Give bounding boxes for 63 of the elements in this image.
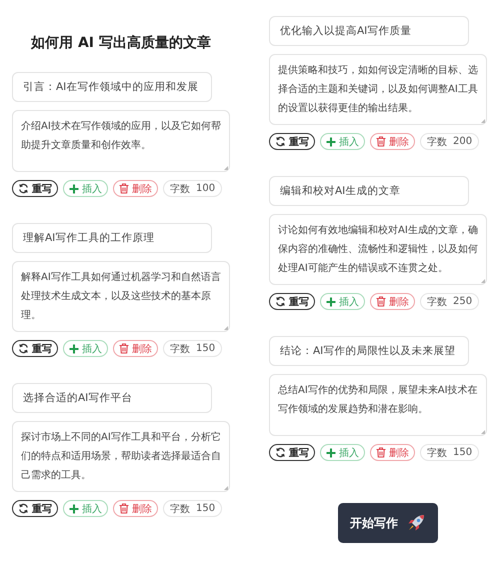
word-count-value: 150 <box>196 343 216 354</box>
word-count-label: 字数 <box>170 182 190 196</box>
description-field[interactable]: 总结AI写作的优势和局限，展望未来AI技术在写作领域的发展趋势和潜在影响。 <box>269 374 487 436</box>
plus-icon <box>69 504 79 514</box>
resize-grip-icon <box>481 430 485 434</box>
delete-button[interactable]: 删除 <box>113 180 158 197</box>
word-count-value: 150 <box>453 447 472 458</box>
resize-grip-icon <box>224 326 228 330</box>
plus-icon <box>326 296 336 306</box>
resize-grip-icon <box>224 166 228 170</box>
trash-icon <box>119 503 129 514</box>
refresh-icon <box>275 136 286 147</box>
plus-icon <box>69 184 79 194</box>
resize-grip-icon <box>481 119 485 123</box>
resize-grip-icon <box>481 279 485 283</box>
description-field[interactable]: 解释AI写作工具如何通过机器学习和自然语言处理技术生成文本，以及这些技术的基本原理。 <box>12 261 230 332</box>
page-heading: 如何用 AI 写出高质量的文章 <box>30 34 212 52</box>
trash-icon <box>376 136 386 147</box>
word-count-label: 字数 <box>427 136 447 148</box>
description-field[interactable]: 讨论如何有效地编辑和校对AI生成的文章，确保内容的准确性、流畅性和逻辑性，以及如何处理AI可能产生的错误或不连贯之处。 <box>269 214 487 285</box>
trash-icon <box>119 183 129 194</box>
word-count-value: 200 <box>453 136 472 147</box>
word-count-value: 150 <box>196 503 216 514</box>
plus-icon <box>326 448 336 458</box>
description-field[interactable]: 提供策略和技巧，如如何设定清晰的目标、选择合适的主题和关键词，以及如何调整AI工具的设置以获得更佳的输出结果。 <box>269 54 487 125</box>
delete-button[interactable]: 删除 <box>370 444 415 461</box>
rewrite-button[interactable]: 重写 <box>12 180 58 197</box>
word-count-label: 字数 <box>170 502 190 516</box>
refresh-icon <box>275 447 286 458</box>
rocket-icon <box>406 513 426 533</box>
description-field[interactable]: 介绍AI技术在写作领域的应用，以及它如何帮助提升文章质量和创作效率。 <box>12 110 230 172</box>
rewrite-button[interactable]: 重写 <box>269 293 315 310</box>
delete-button[interactable]: 删除 <box>113 500 158 517</box>
refresh-icon <box>18 503 29 514</box>
word-count-label: 字数 <box>170 342 190 356</box>
rewrite-button[interactable]: 重写 <box>269 444 315 461</box>
word-count-label: 字数 <box>427 296 447 308</box>
start-writing-button[interactable]: 开始写作 <box>338 503 438 543</box>
delete-button[interactable]: 删除 <box>370 293 415 310</box>
section-title-field[interactable]: 结论：AI写作的局限性以及未来展望 <box>269 336 469 366</box>
trash-icon <box>376 296 386 307</box>
section-title-field[interactable]: 选择合适的AI写作平台 <box>12 383 212 413</box>
plus-icon <box>69 344 79 354</box>
word-count-value: 250 <box>453 296 472 307</box>
word-count-value: 100 <box>196 183 216 194</box>
section-title-field[interactable]: 优化输入以提高AI写作质量 <box>269 16 469 46</box>
word-count-label: 字数 <box>427 446 447 460</box>
delete-button[interactable]: 删除 <box>370 133 415 150</box>
refresh-icon <box>18 183 29 194</box>
refresh-icon <box>275 296 286 307</box>
refresh-icon <box>18 343 29 354</box>
plus-icon <box>326 136 336 146</box>
section-title-field[interactable]: 理解AI写作工具的工作原理 <box>12 223 212 253</box>
rewrite-button[interactable]: 重写 <box>12 500 58 517</box>
section-title-field[interactable]: 编辑和校对AI生成的文章 <box>269 176 469 206</box>
rewrite-button[interactable]: 重写 <box>269 133 315 150</box>
trash-icon <box>119 343 129 354</box>
delete-button[interactable]: 删除 <box>113 340 158 357</box>
description-field[interactable]: 探讨市场上不同的AI写作工具和平台，分析它们的特点和适用场景，帮助读者选择最适合自己需求的工具。 <box>12 421 230 492</box>
section-title-field[interactable]: 引言：AI在写作领域中的应用和发展 <box>12 72 212 102</box>
rewrite-button[interactable]: 重写 <box>12 340 58 357</box>
trash-icon <box>376 447 386 458</box>
resize-grip-icon <box>224 486 228 490</box>
